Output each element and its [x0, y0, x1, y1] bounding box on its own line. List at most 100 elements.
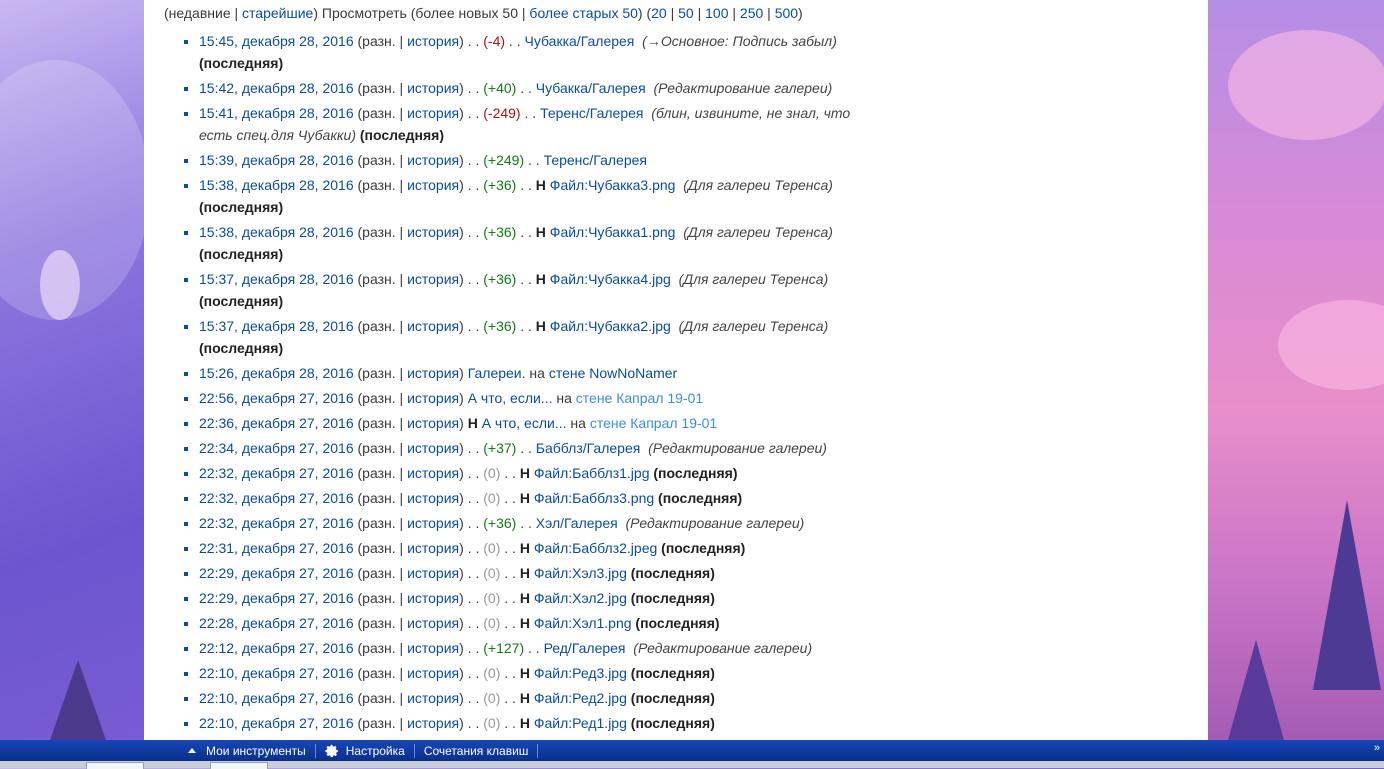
timestamp-link[interactable]: 15:45, декабря 28, 2016 [199, 33, 354, 49]
timestamp-link[interactable]: 22:29, декабря 27, 2016 [199, 590, 354, 606]
history-link[interactable]: история [407, 615, 459, 631]
history-link[interactable]: история [407, 365, 459, 381]
wall-link[interactable]: стене NowNoNamer [549, 365, 677, 381]
page-link[interactable]: Ред/Галерея [544, 640, 626, 656]
page-link[interactable]: Файл:Хэл2.jpg [534, 590, 627, 606]
separator-dots: . . [524, 105, 537, 121]
latest-badge: (последняя) [630, 590, 715, 606]
timestamp-link[interactable]: 15:38, декабря 28, 2016 [199, 224, 354, 240]
history-link[interactable]: история [407, 80, 459, 96]
separator-dots: . . [520, 80, 532, 96]
wall-link[interactable]: стене Капрал 19-01 [590, 415, 717, 431]
timestamp-link[interactable]: 15:39, декабря 28, 2016 [199, 152, 354, 168]
page-link[interactable]: Файл:Бабблз1.jpg [534, 465, 650, 481]
timestamp-link[interactable]: 22:56, декабря 27, 2016 [199, 390, 354, 406]
collapse-toolbar-icon[interactable]: » [1374, 742, 1380, 754]
timestamp-link[interactable]: 15:37, декабря 28, 2016 [199, 271, 354, 287]
thread-link[interactable]: Галереи. [468, 365, 526, 381]
page-link[interactable]: Файл:Хэл3.jpg [534, 565, 627, 581]
thread-link[interactable]: А что, если... [482, 415, 567, 431]
limit-50-link[interactable]: 50 [678, 5, 694, 21]
timestamp-link[interactable]: 22:12, декабря 27, 2016 [199, 640, 354, 656]
timestamp-link[interactable]: 22:32, декабря 27, 2016 [199, 515, 354, 531]
page-link[interactable]: Бабблз/Галерея [536, 440, 641, 456]
timestamp-link[interactable]: 22:10, декабря 27, 2016 [199, 715, 354, 731]
page-link[interactable]: Файл:Ред3.jpg [534, 665, 627, 681]
timestamp-link[interactable]: 22:31, декабря 27, 2016 [199, 540, 354, 556]
separator-dots: . . [467, 80, 480, 96]
history-link[interactable]: история [407, 415, 459, 431]
timestamp-link[interactable]: 22:28, декабря 27, 2016 [199, 615, 354, 631]
timestamp-link[interactable]: 15:38, декабря 28, 2016 [199, 177, 354, 193]
history-link[interactable]: история [407, 224, 459, 240]
page-link[interactable]: Теренс/Галерея [540, 105, 643, 121]
oldest-link[interactable]: старейшие [242, 5, 313, 21]
page-link[interactable]: Чубакка/Галерея [536, 80, 646, 96]
history-link[interactable]: история [407, 565, 459, 581]
history-link[interactable]: история [407, 390, 459, 406]
limit-500-link[interactable]: 500 [775, 5, 798, 21]
diff-label: разн. [362, 515, 396, 531]
page-link[interactable]: Файл:Бабблз3.png [534, 490, 654, 506]
timestamp-link[interactable]: 22:34, декабря 27, 2016 [199, 440, 354, 456]
page-link[interactable]: Файл:Хэл1.png [534, 615, 632, 631]
history-link[interactable]: история [407, 715, 459, 731]
page-link[interactable]: Файл:Бабблз2.jpeg [534, 540, 657, 556]
latest-badge: (последняя) [199, 55, 284, 71]
history-link[interactable]: история [407, 690, 459, 706]
history-link[interactable]: история [407, 152, 459, 168]
timestamp-link[interactable]: 22:36, декабря 27, 2016 [199, 415, 354, 431]
page-link[interactable]: Файл:Чубакка1.png [550, 224, 676, 240]
timestamp-link[interactable]: 22:29, декабря 27, 2016 [199, 565, 354, 581]
page-link[interactable]: Теренс/Галерея [544, 152, 647, 168]
history-link[interactable]: история [407, 515, 459, 531]
timestamp-link[interactable]: 22:32, декабря 27, 2016 [199, 490, 354, 506]
limit-100-link[interactable]: 100 [705, 5, 728, 21]
history-link[interactable]: история [407, 440, 459, 456]
limit-250-link[interactable]: 250 [740, 5, 763, 21]
timestamp-link[interactable]: 22:10, декабря 27, 2016 [199, 690, 354, 706]
new-page-flag: Н [519, 590, 530, 606]
timestamp-link[interactable]: 15:41, декабря 28, 2016 [199, 105, 354, 121]
page-link[interactable]: Файл:Ред1.jpg [534, 715, 627, 731]
page-link[interactable]: Файл:Чубакка3.png [550, 177, 676, 193]
timestamp-link[interactable]: 15:37, декабря 28, 2016 [199, 318, 354, 334]
history-link[interactable]: история [407, 271, 459, 287]
page-link[interactable]: Хэл/Галерея [536, 515, 618, 531]
timestamp-link[interactable]: 22:10, декабря 27, 2016 [199, 665, 354, 681]
list-item: 15:42, декабря 28, 2016 (разн. | история… [199, 77, 879, 99]
history-link[interactable]: история [407, 105, 459, 121]
history-link[interactable]: история [407, 465, 459, 481]
limit-20-link[interactable]: 20 [651, 5, 667, 21]
diff-label: разн. [362, 80, 396, 96]
size-change: (0) [483, 540, 501, 556]
page-link[interactable]: Файл:Чубакка4.jpg [550, 271, 671, 287]
history-link[interactable]: история [407, 318, 459, 334]
latest-badge: (последняя) [199, 246, 284, 262]
history-link[interactable]: история [407, 540, 459, 556]
timestamp-link[interactable]: 15:42, декабря 28, 2016 [199, 80, 354, 96]
new-page-flag: Н [519, 615, 530, 631]
history-link[interactable]: история [407, 33, 459, 49]
separator-dots: . . [467, 465, 480, 481]
timestamp-link[interactable]: 22:32, декабря 27, 2016 [199, 465, 354, 481]
page-link[interactable]: Файл:Ред2.jpg [534, 690, 627, 706]
history-link[interactable]: история [407, 177, 459, 193]
thread-link[interactable]: А что, если... [468, 390, 553, 406]
wall-link[interactable]: стене Капрал 19-01 [576, 390, 703, 406]
history-link[interactable]: история [407, 490, 459, 506]
settings-button[interactable]: Настройка [325, 744, 405, 758]
history-link[interactable]: история [407, 590, 459, 606]
older-50-link[interactable]: более старых 50 [529, 5, 637, 21]
latest-badge: (последняя) [630, 665, 715, 681]
separator-dots: . . [467, 665, 480, 681]
page-link[interactable]: Чубакка/Галерея [524, 33, 634, 49]
history-link[interactable]: история [407, 665, 459, 681]
timestamp-link[interactable]: 15:26, декабря 28, 2016 [199, 365, 354, 381]
diff-label: разн. [362, 152, 396, 168]
my-tools-button[interactable]: Мои инструменты [188, 744, 306, 758]
keyboard-shortcuts-button[interactable]: Сочетания клавиш [424, 744, 529, 758]
separator-dots: . . [504, 615, 516, 631]
history-link[interactable]: история [407, 640, 459, 656]
page-link[interactable]: Файл:Чубакка2.jpg [550, 318, 671, 334]
